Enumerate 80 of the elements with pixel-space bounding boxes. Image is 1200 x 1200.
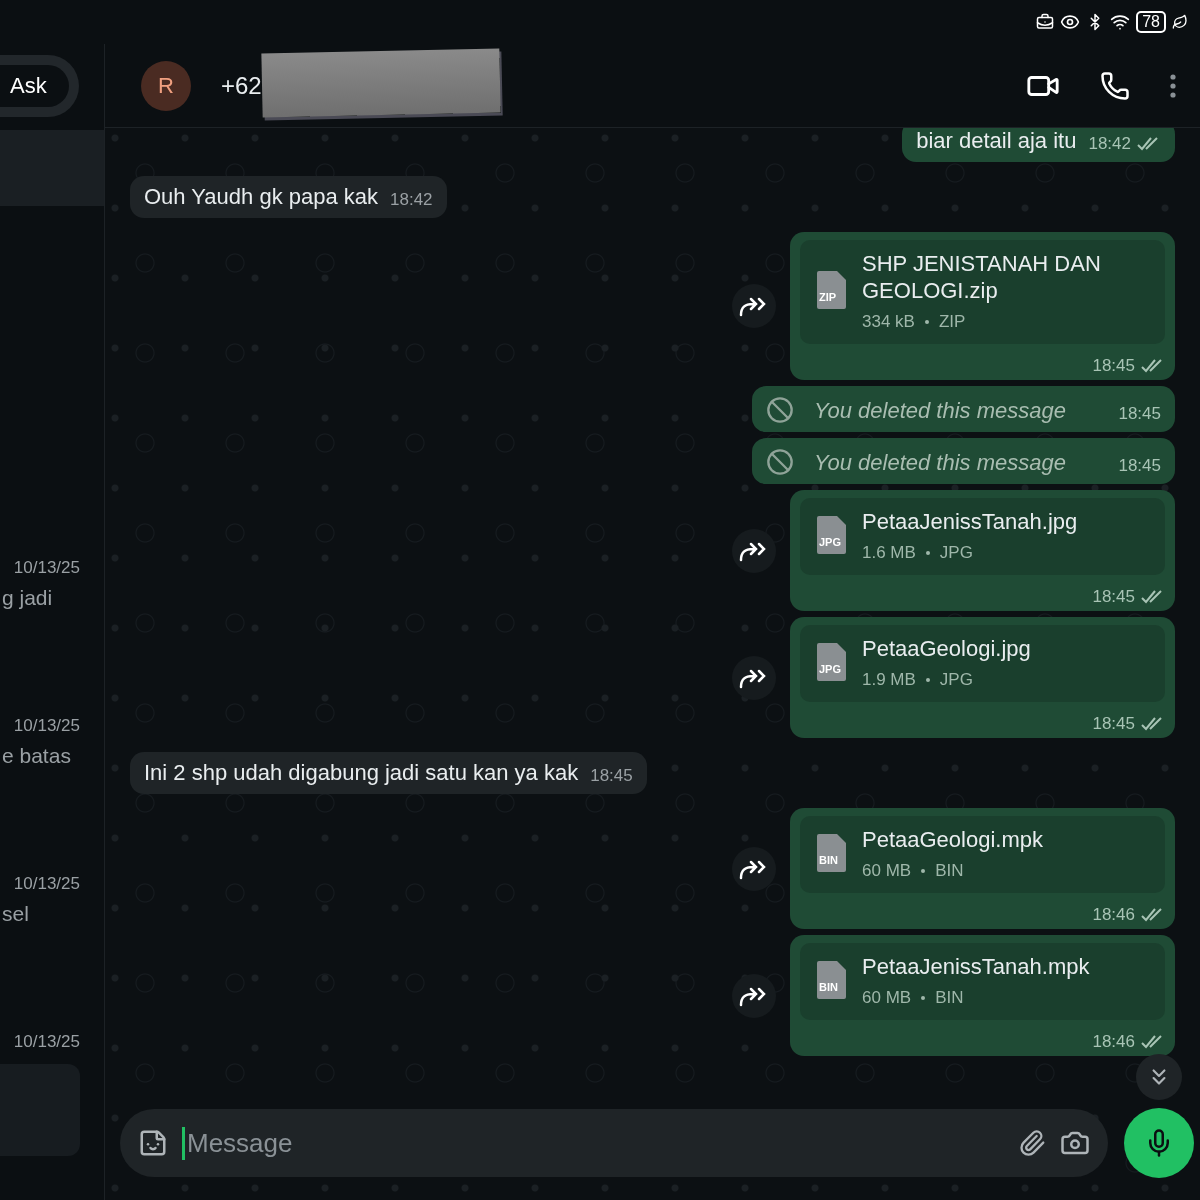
deleted-icon bbox=[766, 448, 794, 476]
chat-list-item[interactable]: 10/13/25 e batas bbox=[0, 716, 104, 874]
separator-dot bbox=[921, 869, 926, 873]
chat-preview: sel bbox=[2, 902, 29, 926]
file-name: PetaaGeologi.jpg bbox=[862, 635, 1031, 662]
forward-button[interactable] bbox=[732, 655, 776, 700]
message-time: 18:45 bbox=[1092, 356, 1135, 376]
forward-button[interactable] bbox=[732, 284, 776, 328]
eye-icon bbox=[1060, 12, 1081, 32]
message-time: 18:46 bbox=[1092, 905, 1135, 925]
forward-button[interactable] bbox=[732, 973, 776, 1018]
chat-date: 10/13/25 bbox=[13, 558, 80, 578]
file-name: PetaaGeologi.mpk bbox=[862, 826, 1043, 853]
file-type: ZIP bbox=[938, 312, 966, 332]
attach-button[interactable] bbox=[1018, 1129, 1046, 1157]
message-text: Ini 2 shp udah digabung jadi satu kan ya kak bbox=[144, 760, 579, 786]
separator-dot bbox=[925, 678, 930, 682]
file-size: 334 kB bbox=[862, 312, 915, 332]
phone-icon bbox=[1100, 70, 1130, 101]
message-time: 18:42 bbox=[390, 190, 433, 210]
chat-date: 10/13/25 bbox=[13, 716, 80, 736]
paperclip-icon bbox=[1018, 1129, 1046, 1157]
sticker-icon bbox=[138, 1128, 168, 1158]
file-card[interactable]: JPG PetaaJenissTanah.jpg 1.6 MB JPG bbox=[800, 498, 1165, 575]
chat-preview: g jadi bbox=[2, 586, 53, 610]
message-text: Ouh Yaudh gk papa kak bbox=[144, 184, 379, 210]
battery-level: 78 bbox=[1136, 11, 1166, 33]
more-options-icon bbox=[1170, 73, 1176, 98]
file-type: JPG bbox=[939, 670, 973, 690]
message-time: 18:45 bbox=[1118, 456, 1161, 476]
chat-list-item[interactable]: 10/13/25 g jadi bbox=[0, 558, 104, 716]
deleted-icon bbox=[766, 396, 794, 424]
file-card[interactable]: JPG PetaaGeologi.jpg 1.9 MB JPG bbox=[800, 625, 1165, 702]
contact-avatar[interactable]: R bbox=[141, 60, 191, 111]
file-card[interactable]: ZIP SHP JENISTANAH DAN GEOLOGI.zip 334 kB ZIP bbox=[800, 240, 1165, 344]
file-type: BIN bbox=[935, 861, 964, 881]
scroll-down-button[interactable] bbox=[1136, 1054, 1182, 1100]
separator-dot bbox=[924, 320, 929, 324]
file-card[interactable]: BIN PetaaGeologi.mpk 60 MB BIN bbox=[800, 816, 1165, 893]
file-icon bbox=[816, 960, 848, 999]
file-card[interactable]: BIN PetaaJenissTanah.mpk 60 MB BIN bbox=[800, 943, 1165, 1020]
voice-call-button[interactable] bbox=[1100, 70, 1130, 101]
forward-button[interactable] bbox=[732, 528, 776, 573]
separator-dot bbox=[925, 551, 930, 555]
message-text: biar detail aja itu bbox=[916, 128, 1077, 154]
message-field[interactable]: Message bbox=[182, 1126, 1004, 1160]
work-profile-icon bbox=[1036, 13, 1055, 31]
file-type: JPG bbox=[939, 543, 973, 563]
message-time: 18:42 bbox=[1088, 134, 1131, 154]
message-time: 18:46 bbox=[1092, 1032, 1135, 1052]
file-size: 60 MB bbox=[862, 988, 912, 1008]
message-time: 18:45 bbox=[1118, 404, 1161, 424]
file-name: PetaaJenissTanah.jpg bbox=[862, 508, 1078, 535]
wifi-icon bbox=[1110, 12, 1131, 32]
chat-list-item[interactable]: 10/13/25 sel bbox=[0, 874, 104, 1032]
forward-button[interactable] bbox=[732, 846, 776, 891]
file-name: SHP JENISTANAH DAN GEOLOGI.zip bbox=[862, 250, 1102, 304]
chat-list-item[interactable]: 10/13/25 bbox=[0, 1032, 104, 1052]
file-name: PetaaJenissTanah.mpk bbox=[862, 953, 1090, 980]
chat-date: 10/13/25 bbox=[13, 874, 80, 894]
deleted-message-text: You deleted this message bbox=[814, 450, 1066, 476]
file-type-label: ZIP bbox=[819, 291, 837, 304]
message-time: 18:45 bbox=[1092, 587, 1135, 607]
leaf-icon bbox=[1172, 14, 1188, 30]
sticker-button[interactable] bbox=[138, 1128, 168, 1158]
message-time: 18:45 bbox=[1092, 714, 1135, 734]
separator-dot bbox=[921, 996, 926, 1000]
contact-phone: +62 bbox=[221, 71, 262, 100]
file-size: 1.6 MB bbox=[862, 543, 916, 563]
more-options-button[interactable] bbox=[1170, 73, 1176, 98]
file-size: 1.9 MB bbox=[862, 670, 916, 690]
file-type: BIN bbox=[935, 988, 964, 1008]
message-time: 18:45 bbox=[590, 766, 633, 786]
chat-preview: e batas bbox=[2, 744, 71, 768]
file-size: 60 MB bbox=[862, 861, 912, 881]
message-input-bar[interactable]: Message bbox=[120, 1109, 1108, 1177]
ask-button[interactable]: Ask bbox=[0, 65, 69, 107]
chat-date: 10/13/25 bbox=[13, 1032, 80, 1052]
file-icon bbox=[816, 833, 848, 872]
deleted-message-text: You deleted this message bbox=[814, 398, 1066, 424]
